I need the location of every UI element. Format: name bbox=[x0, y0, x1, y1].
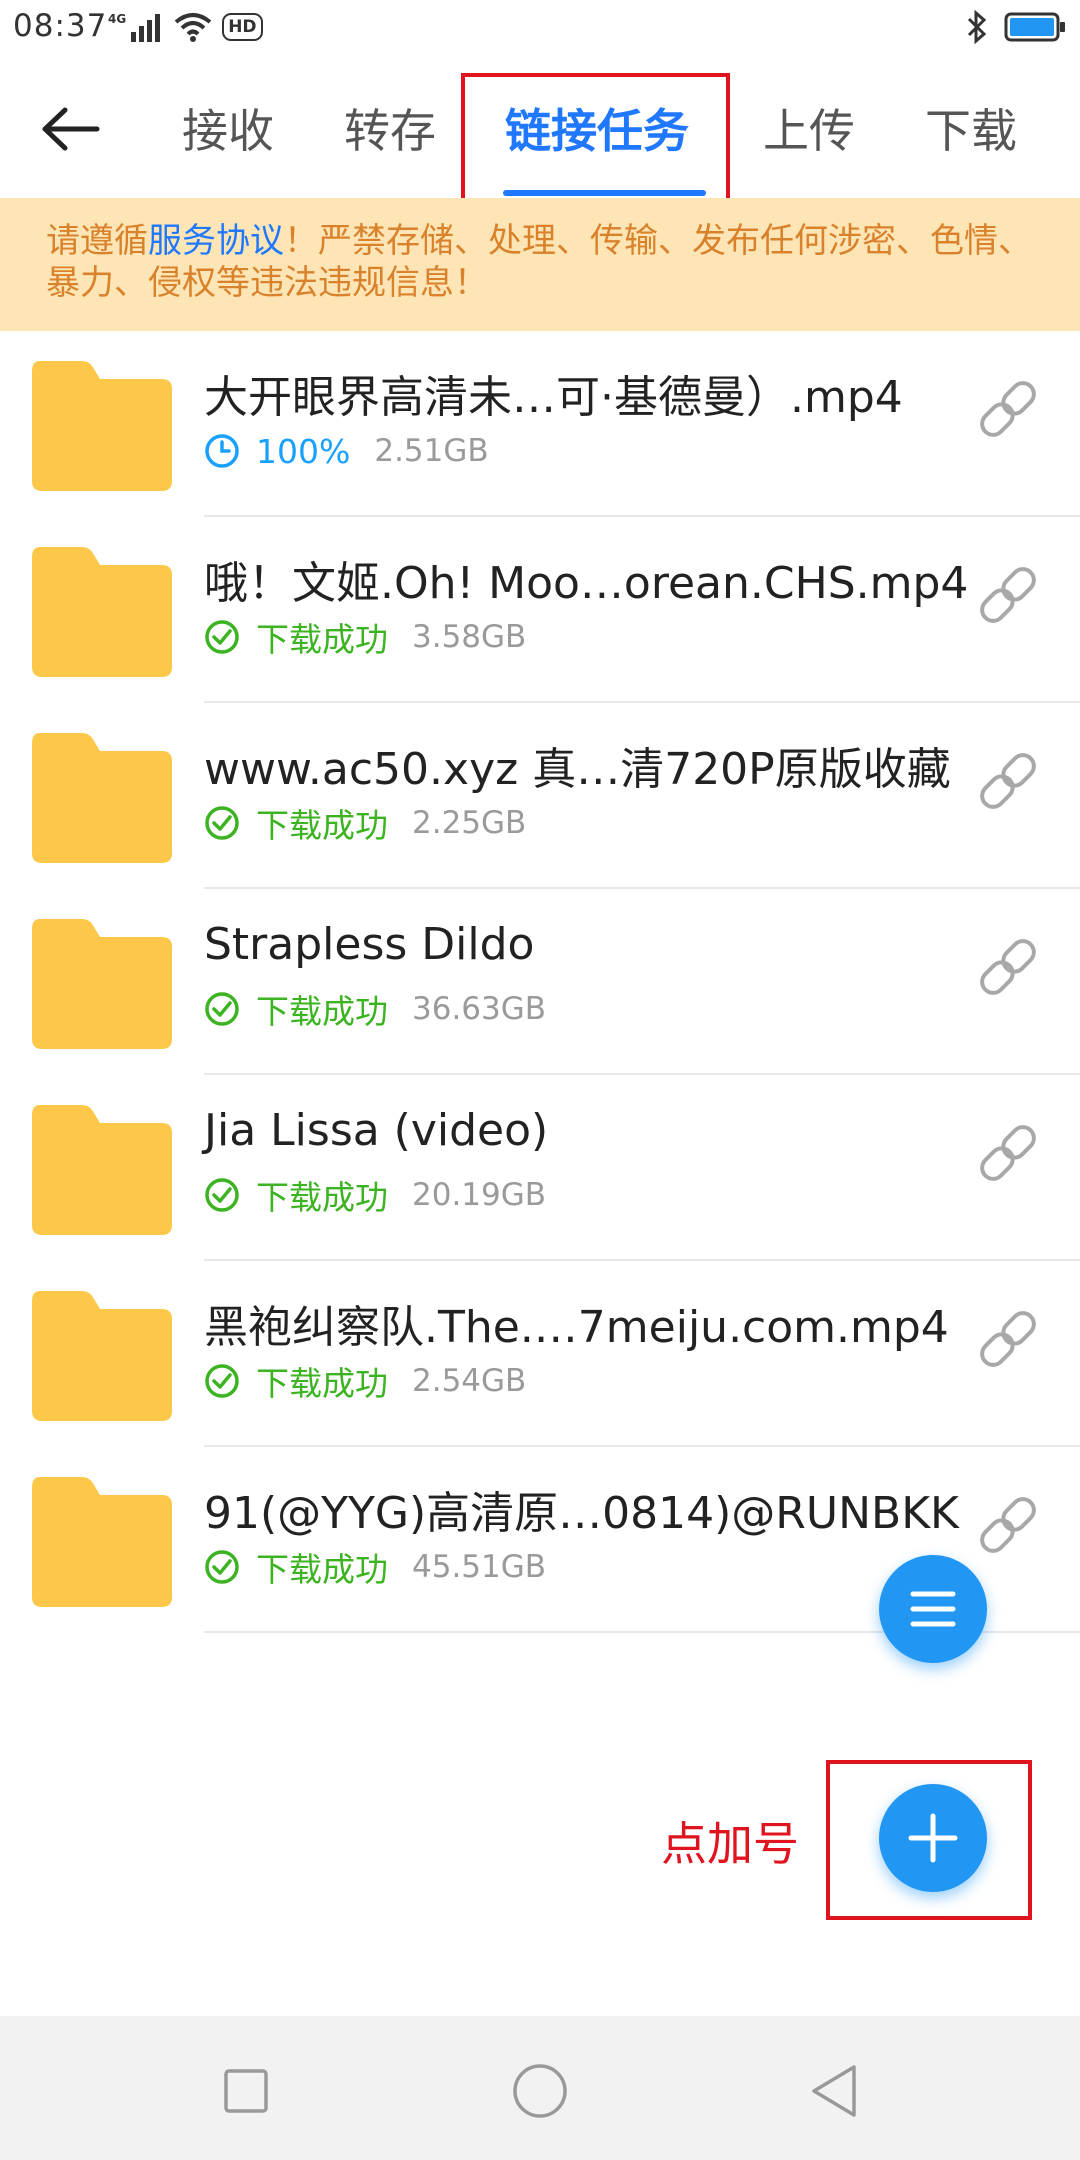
check-circle-icon bbox=[205, 806, 239, 840]
link-icon bbox=[980, 753, 1036, 809]
list-item[interactable]: 大开眼界高清未…可·基德曼）.mp4 100% 2.51GB bbox=[0, 331, 1080, 517]
file-meta: 下载成功 2.25GB bbox=[204, 803, 527, 845]
download-status: 下载成功 bbox=[256, 620, 388, 659]
network-type-label: 4G bbox=[108, 12, 127, 26]
link-button[interactable] bbox=[972, 1489, 1044, 1561]
status-time: 08:37 bbox=[13, 8, 108, 44]
annotation-highlight-tab bbox=[461, 73, 730, 218]
folder-icon bbox=[32, 1477, 172, 1607]
bluetooth-icon bbox=[967, 10, 987, 44]
triangle-back-icon bbox=[812, 2065, 856, 2117]
hd-voice-label: HD bbox=[222, 13, 263, 41]
status-bar: 08:37 4G HD bbox=[0, 0, 1080, 56]
link-icon bbox=[980, 381, 1036, 437]
file-name: 大开眼界高清未…可·基德曼）.mp4 bbox=[204, 372, 903, 423]
tab-upload[interactable]: 上传 bbox=[763, 96, 855, 166]
folder-icon bbox=[32, 361, 172, 491]
back-nav-button[interactable] bbox=[801, 2058, 867, 2124]
check-circle-icon bbox=[205, 992, 239, 1026]
folder-icon bbox=[32, 1105, 172, 1235]
list-item[interactable]: 哦！文姬.Oh! Moo…orean.CHS.mp4 下载成功 3.58GB bbox=[0, 517, 1080, 703]
file-name: 黑袍纠察队.The.…7meiju.com.mp4 bbox=[204, 1302, 949, 1353]
link-icon bbox=[980, 567, 1036, 623]
download-status: 下载成功 bbox=[256, 806, 388, 845]
status-icons-right bbox=[966, 10, 1066, 44]
file-size: 36.63GB bbox=[412, 991, 547, 1027]
back-button[interactable] bbox=[38, 96, 104, 162]
clock-icon bbox=[205, 434, 239, 468]
folder-icon bbox=[32, 1291, 172, 1421]
link-icon bbox=[980, 1125, 1036, 1181]
list-item[interactable]: www.ac50.xyz 真…清720P原版收藏 下载成功 2.25GB bbox=[0, 703, 1080, 889]
status-icons-left: 4G HD bbox=[108, 10, 263, 44]
file-size: 2.25GB bbox=[412, 805, 527, 841]
link-button[interactable] bbox=[972, 1303, 1044, 1375]
link-button[interactable] bbox=[972, 1117, 1044, 1189]
file-size: 2.51GB bbox=[374, 433, 489, 469]
menu-fab-button[interactable] bbox=[879, 1555, 987, 1663]
file-name: 哦！文姬.Oh! Moo…orean.CHS.mp4 bbox=[204, 558, 969, 609]
file-meta: 下载成功 36.63GB bbox=[204, 989, 547, 1031]
link-button[interactable] bbox=[972, 931, 1044, 1003]
check-circle-icon bbox=[205, 1550, 239, 1584]
file-meta: 下载成功 2.54GB bbox=[204, 1361, 527, 1403]
file-name: Jia Lissa (video) bbox=[204, 1105, 549, 1156]
file-list: 大开眼界高清未…可·基德曼）.mp4 100% 2.51GB 哦！文姬.Oh! … bbox=[0, 331, 1080, 1633]
square-icon bbox=[224, 2069, 268, 2113]
link-icon bbox=[980, 939, 1036, 995]
file-meta: 下载成功 20.19GB bbox=[204, 1175, 547, 1217]
notice-prefix: 请遵循 bbox=[46, 221, 148, 261]
tab-receive[interactable]: 接收 bbox=[182, 96, 274, 166]
link-icon bbox=[980, 1497, 1036, 1553]
circle-icon bbox=[513, 2064, 567, 2118]
system-nav-bar bbox=[0, 2016, 1080, 2160]
annotation-highlight-add bbox=[826, 1760, 1032, 1920]
header: 接收 转存 链接任务 上传 下载 bbox=[0, 56, 1080, 218]
download-status: 下载成功 bbox=[256, 992, 388, 1031]
folder-icon bbox=[32, 919, 172, 1049]
link-button[interactable] bbox=[972, 373, 1044, 445]
link-button[interactable] bbox=[972, 559, 1044, 631]
check-circle-icon bbox=[205, 620, 239, 654]
back-arrow-icon bbox=[42, 107, 100, 151]
compliance-notice: 请遵循服务协议！严禁存储、处理、传输、发布任何涉密、色情、暴力、侵权等违法违规信… bbox=[0, 198, 1080, 331]
service-agreement-link[interactable]: 服务协议 bbox=[148, 221, 284, 261]
link-button[interactable] bbox=[972, 745, 1044, 817]
check-circle-icon bbox=[205, 1178, 239, 1212]
file-meta: 下载成功 3.58GB bbox=[204, 617, 527, 659]
tab-download[interactable]: 下载 bbox=[925, 96, 1017, 166]
download-status: 下载成功 bbox=[256, 1364, 388, 1403]
file-meta: 100% 2.51GB bbox=[204, 431, 489, 471]
file-name: 91(@YYG)高清原…0814)@RUNBKK bbox=[204, 1488, 959, 1539]
download-status: 100% bbox=[256, 431, 351, 471]
download-status: 下载成功 bbox=[256, 1550, 388, 1589]
file-meta: 下载成功 45.51GB bbox=[204, 1547, 547, 1589]
list-item[interactable]: Jia Lissa (video) 下载成功 20.19GB bbox=[0, 1075, 1080, 1261]
menu-icon bbox=[910, 1591, 956, 1627]
list-item[interactable]: Strapless Dildo 下载成功 36.63GB bbox=[0, 889, 1080, 1075]
battery-icon bbox=[1004, 12, 1065, 42]
list-item[interactable]: 黑袍纠察队.The.…7meiju.com.mp4 下载成功 2.54GB bbox=[0, 1261, 1080, 1447]
file-size: 2.54GB bbox=[412, 1363, 527, 1399]
download-status: 下载成功 bbox=[256, 1178, 388, 1217]
folder-icon bbox=[32, 733, 172, 863]
tab-transfer-save[interactable]: 转存 bbox=[344, 96, 436, 166]
folder-icon bbox=[32, 547, 172, 677]
file-name: www.ac50.xyz 真…清720P原版收藏 bbox=[204, 744, 951, 795]
check-circle-icon bbox=[205, 1364, 239, 1398]
file-size: 45.51GB bbox=[412, 1549, 547, 1585]
recent-apps-button[interactable] bbox=[213, 2058, 279, 2124]
file-name: Strapless Dildo bbox=[204, 919, 535, 970]
file-size: 20.19GB bbox=[412, 1177, 547, 1213]
annotation-hint: 点加号 bbox=[661, 1817, 799, 1871]
wifi-icon bbox=[174, 13, 212, 42]
home-button[interactable] bbox=[507, 2058, 573, 2124]
link-icon bbox=[980, 1311, 1036, 1367]
signal-icon bbox=[131, 14, 161, 42]
file-size: 3.58GB bbox=[412, 619, 527, 655]
